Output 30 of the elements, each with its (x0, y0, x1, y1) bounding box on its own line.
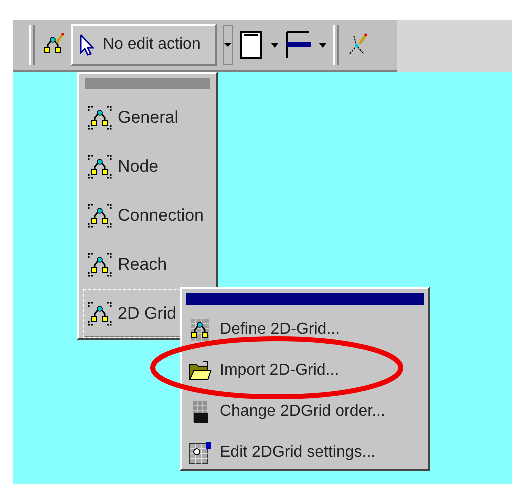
menu-item-label: Change 2DGrid order... (220, 402, 386, 420)
menu-item[interactable]: General (83, 93, 212, 142)
node-icon (88, 204, 112, 228)
menu-item[interactable]: Node (83, 142, 212, 191)
menu-item-label: Node (118, 156, 159, 176)
menu-item[interactable]: Edit 2DGrid settings... (186, 432, 424, 473)
line-style-icon[interactable] (284, 30, 313, 60)
node-icon (88, 154, 112, 178)
menu-item[interactable]: Change 2DGrid order... (186, 391, 424, 432)
menu-item-label: Import 2D-Grid... (220, 362, 340, 380)
node-icon (88, 106, 112, 130)
menu-item[interactable]: Connection (83, 191, 212, 240)
menu-item[interactable]: Reach (83, 240, 212, 289)
menu-item-label: Reach (118, 254, 168, 274)
node-icon (88, 302, 112, 326)
menu-item-label: General (118, 108, 178, 128)
pointer-icon (79, 34, 95, 56)
caret-icon[interactable] (318, 42, 327, 48)
fill-color-icon[interactable] (238, 30, 265, 60)
grid-settings-icon (188, 440, 212, 464)
menu-item-label: Define 2D-Grid... (220, 320, 340, 338)
folder-icon (188, 358, 212, 382)
caret-icon[interactable] (270, 42, 279, 48)
edit-action-dropdown[interactable]: No edit action (71, 24, 217, 66)
grid-node-icon (188, 318, 212, 342)
menu-item-label: Connection (118, 206, 204, 226)
menu-item-label: Edit 2DGrid settings... (220, 444, 376, 462)
menu-item[interactable]: Import 2D-Grid... (186, 350, 424, 391)
node-icon (88, 252, 112, 276)
menu-item-label: 2D Grid (118, 304, 177, 324)
